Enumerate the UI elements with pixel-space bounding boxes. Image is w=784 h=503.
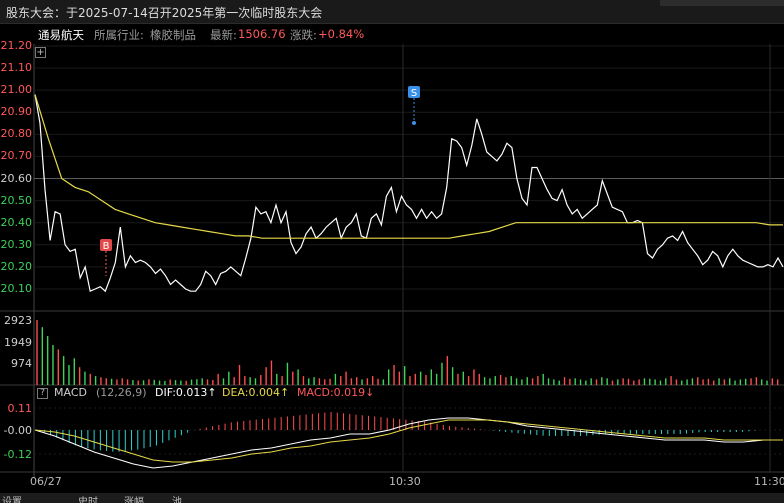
macd-line-DIF bbox=[34, 417, 783, 469]
sell-marker-dot bbox=[412, 121, 416, 125]
macd-name[interactable]: MACD bbox=[54, 386, 87, 399]
x-label-1130: 11:30 bbox=[754, 475, 784, 488]
tab-gainers[interactable]: 涨幅 bbox=[124, 493, 144, 503]
sell-marker-label: S bbox=[411, 88, 417, 99]
price-line-price bbox=[34, 94, 784, 293]
price-line-avg bbox=[34, 94, 783, 239]
macd-params: (12,26,9) bbox=[96, 386, 147, 399]
tab-pool[interactable]: 池 bbox=[172, 493, 182, 503]
buy-marker-label: B bbox=[103, 241, 110, 252]
dea-value: DEA:0.004↑ bbox=[222, 386, 290, 399]
x-label-start: 06/27 bbox=[30, 475, 62, 488]
tab-settings[interactable]: 设置 bbox=[2, 493, 22, 503]
dif-value: DIF:0.013↑ bbox=[155, 386, 217, 399]
intraday-chart[interactable]: BS bbox=[0, 0, 784, 503]
help-icon[interactable]: ? bbox=[37, 388, 48, 399]
macd-value: MACD:0.019↓ bbox=[297, 386, 375, 399]
macd-line-DEA bbox=[34, 419, 783, 463]
tab-history[interactable]: 史时 bbox=[78, 493, 98, 503]
x-label-1030: 10:30 bbox=[389, 475, 421, 488]
bottom-tab-bar: 设置 史时 涨幅 池 bbox=[0, 493, 784, 503]
